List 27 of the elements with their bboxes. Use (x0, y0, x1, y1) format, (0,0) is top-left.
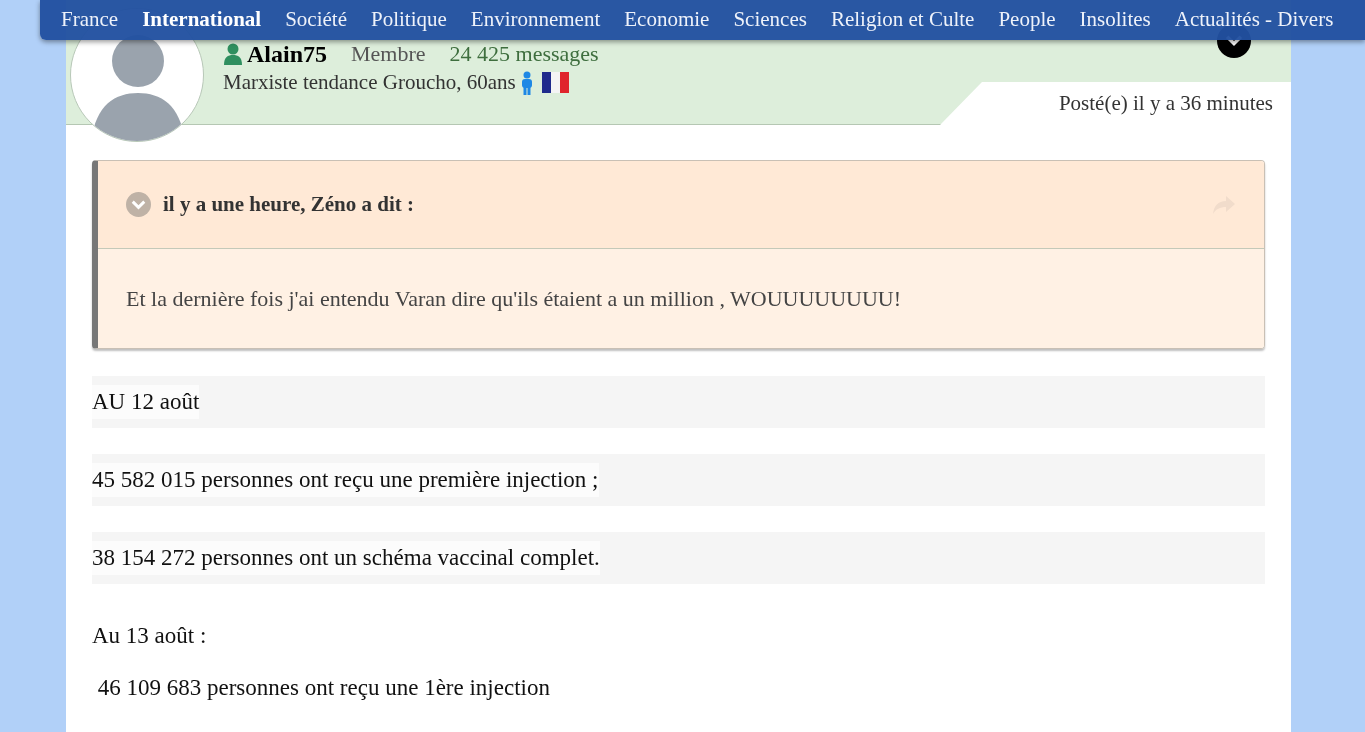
nav-link[interactable]: Economie (624, 4, 710, 36)
chevron-down-icon[interactable] (126, 192, 151, 217)
nav-link[interactable]: Insolites (1079, 4, 1151, 36)
flag-icon (541, 72, 569, 94)
nav-link[interactable]: People (998, 4, 1056, 36)
post-date: Posté(e) il y a 36 minutes (1058, 90, 1273, 117)
nav-link[interactable]: International (142, 4, 262, 36)
quote-text: Et la dernière fois j'ai entendu Varan dire qu'ils étaient a un million , WOUUUUUUUU! (126, 285, 902, 313)
paragraph: Au 13 août : (92, 621, 207, 650)
nav-link[interactable]: Société (285, 4, 347, 36)
nav-link[interactable]: Politique (370, 4, 447, 36)
nav-link[interactable]: Religion et Culte (830, 4, 975, 36)
user-tagline: Marxiste tendance Groucho, 60ans (223, 69, 516, 96)
nav-link[interactable]: France (61, 4, 119, 36)
highlighted-paragraph: 38 154 272 personnes ont un schéma vaccinal complet. (92, 532, 1265, 584)
nav-link[interactable]: Actualités - Divers (1174, 4, 1334, 36)
nav-link[interactable]: Environnement (470, 4, 601, 36)
message-count: 24 425 messages (449, 43, 599, 65)
highlighted-paragraph: 45 582 015 personnes ont reçu une première injection ; (92, 454, 1265, 506)
highlighted-paragraph: AU 12 août (92, 376, 1265, 428)
male-icon (519, 70, 534, 95)
member-rank: Membre (351, 43, 426, 65)
username[interactable]: Alain75 (247, 42, 327, 66)
paragraph: 46 109 683 personnes ont reçu une 1ère injection (96, 673, 550, 702)
quote-author: il y a une heure, Zéno a dit : (163, 190, 415, 218)
nav-link[interactable]: Sciences (733, 4, 807, 36)
user-icon (223, 43, 243, 65)
